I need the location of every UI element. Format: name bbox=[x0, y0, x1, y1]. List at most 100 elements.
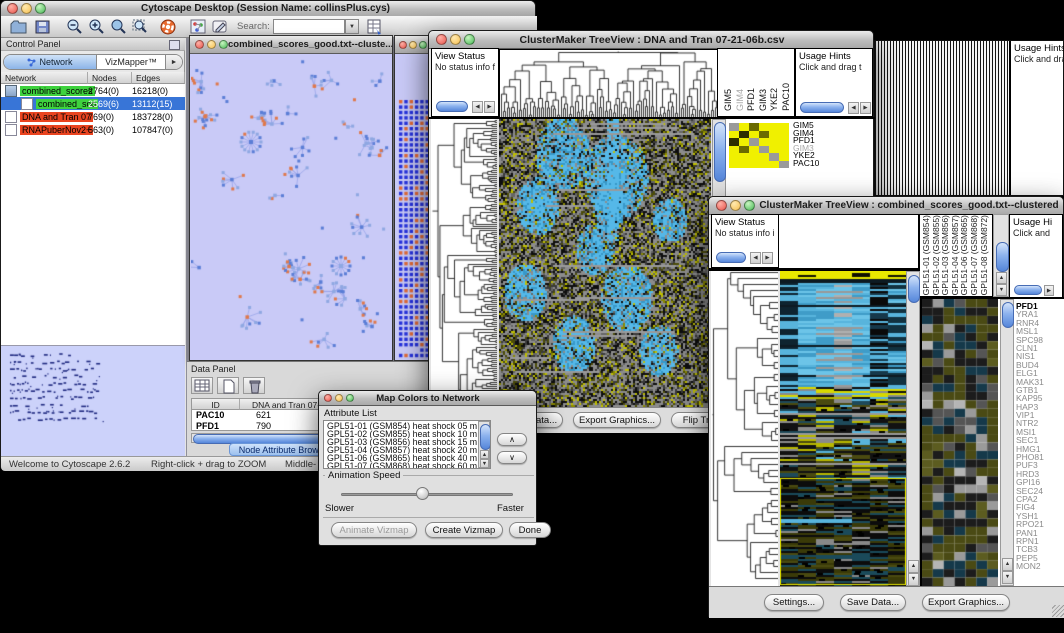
cytoscape-titlebar[interactable]: Cytoscape Desktop (Session Name: collins… bbox=[1, 1, 535, 17]
close-button[interactable] bbox=[716, 200, 727, 211]
attribute-list-item[interactable]: GPL51-06 (GSM865) heat shock 40 min bbox=[327, 454, 477, 462]
scrollbar-thumb[interactable] bbox=[480, 424, 491, 450]
tv2-labels-vscrollbar[interactable]: ▲ ▼ bbox=[993, 214, 1009, 297]
network-canvas-2[interactable] bbox=[398, 98, 430, 360]
tv1-heatmap[interactable] bbox=[499, 119, 711, 407]
scroll-down-arrow[interactable]: ▼ bbox=[480, 459, 489, 468]
tv2-column-dendrogram-area[interactable] bbox=[779, 214, 919, 271]
open-file-icon[interactable] bbox=[9, 18, 28, 36]
treeview1-titlebar[interactable]: ClusterMaker TreeView : DNA and Tran 07-… bbox=[429, 31, 873, 49]
search-input[interactable] bbox=[273, 19, 345, 34]
minimize-button[interactable] bbox=[730, 200, 741, 211]
scroll-up-arrow[interactable]: ▲ bbox=[996, 272, 1007, 284]
zoom-out-icon[interactable] bbox=[65, 18, 84, 36]
close-button[interactable] bbox=[436, 34, 447, 45]
tv2-button[interactable]: Save Data... bbox=[840, 594, 906, 611]
search-dropdown-arrow[interactable]: ▼ bbox=[345, 19, 359, 34]
minimize-button[interactable] bbox=[21, 3, 32, 14]
scrollbar-thumb[interactable] bbox=[716, 252, 746, 263]
id-column-header[interactable]: ID bbox=[192, 399, 240, 410]
attribute-list-item[interactable]: GPL51-03 (GSM856) heat shock 15 min bbox=[327, 438, 477, 446]
scrollbar-thumb[interactable] bbox=[908, 275, 920, 303]
help-ring-icon[interactable] bbox=[159, 18, 178, 36]
tv2-row-dendrogram[interactable] bbox=[711, 271, 778, 586]
move-up-button[interactable]: ∧ bbox=[497, 433, 527, 446]
create-vizmap-button[interactable]: Create Vizmap bbox=[425, 522, 503, 538]
scroll-right-arrow[interactable]: ▶ bbox=[762, 252, 773, 264]
close-button[interactable] bbox=[195, 40, 204, 49]
zoom-fit-icon[interactable] bbox=[109, 18, 128, 36]
annotation-icon[interactable] bbox=[211, 18, 230, 36]
attribute-list-item[interactable]: GPL51-07 (GSM868) heat shock 60 min bbox=[327, 462, 477, 469]
tabs-overflow-button[interactable]: ► bbox=[165, 55, 182, 69]
network-view-titlebar[interactable]: combined_scores_good.txt--cluste... bbox=[190, 36, 392, 54]
tab-network[interactable]: Network bbox=[4, 55, 97, 69]
done-button[interactable]: Done bbox=[509, 522, 551, 538]
create-network-view-icon[interactable] bbox=[189, 18, 208, 36]
move-down-button[interactable]: ∨ bbox=[497, 451, 527, 464]
tv1-row-dendrogram[interactable] bbox=[431, 119, 497, 407]
scroll-right-arrow[interactable]: ▶ bbox=[860, 102, 871, 114]
scroll-up-arrow[interactable]: ▲ bbox=[480, 450, 489, 459]
minimize-button[interactable] bbox=[450, 34, 461, 45]
scroll-up-arrow[interactable]: ▲ bbox=[908, 560, 919, 573]
scroll-left-arrow[interactable]: ◀ bbox=[472, 101, 483, 113]
attribute-table-icon[interactable] bbox=[191, 377, 213, 394]
network-list-row[interactable]: combined_scores2764(0)16218(0) bbox=[1, 84, 185, 97]
maximize-button[interactable] bbox=[346, 394, 354, 402]
save-icon[interactable] bbox=[33, 18, 52, 36]
tv2-genes-vscrollbar[interactable]: ▲ ▼ bbox=[1000, 299, 1014, 586]
column-dendrogram-fragment[interactable] bbox=[875, 41, 1009, 195]
tv2-zoom-heatmap[interactable] bbox=[922, 299, 998, 586]
scroll-left-arrow[interactable]: ◀ bbox=[750, 252, 761, 264]
import-table-icon[interactable] bbox=[365, 18, 384, 36]
scroll-down-arrow[interactable]: ▼ bbox=[1002, 571, 1013, 584]
scrollbar-thumb[interactable] bbox=[800, 102, 844, 113]
attribute-list-item[interactable]: GPL51-01 (GSM854) heat shock 05 min bbox=[327, 422, 477, 430]
listbox-scrollbar[interactable]: ▲ ▼ bbox=[478, 421, 490, 468]
scroll-right-arrow[interactable]: ▶ bbox=[1044, 285, 1054, 296]
tv2-heatmap[interactable] bbox=[780, 271, 906, 586]
maximize-button[interactable] bbox=[35, 3, 46, 14]
col-network[interactable]: Network bbox=[1, 72, 88, 84]
resize-grip[interactable] bbox=[1052, 605, 1064, 617]
tab-vizmapper[interactable]: VizMapper™ bbox=[97, 55, 165, 69]
network-list-row[interactable]: DNA and Tran 07769(0)183728(0) bbox=[1, 110, 185, 123]
zoom-selected-icon[interactable] bbox=[131, 18, 150, 36]
tv1-mini-heatmap[interactable] bbox=[729, 123, 789, 168]
scroll-up-arrow[interactable]: ▲ bbox=[1002, 558, 1013, 571]
maximize-button[interactable] bbox=[744, 200, 755, 211]
tv1-button[interactable]: Export Graphics... bbox=[573, 412, 661, 428]
network-list-row[interactable]: RNAPuberNov2+563(0)107847(0) bbox=[1, 123, 185, 136]
close-button[interactable] bbox=[324, 394, 332, 402]
float-panel-icon[interactable] bbox=[169, 40, 180, 50]
treeview2-titlebar[interactable]: ClusterMaker TreeView : combined_scores_… bbox=[709, 197, 1063, 215]
tv2-button[interactable]: Settings... bbox=[764, 594, 824, 611]
scroll-right-arrow[interactable]: ▶ bbox=[484, 101, 495, 113]
scroll-down-arrow[interactable]: ▼ bbox=[996, 284, 1007, 296]
close-button[interactable] bbox=[399, 41, 407, 49]
network-list-row[interactable]: combined_sco2569(6)13112(15) bbox=[1, 97, 185, 110]
scrollbar-thumb[interactable] bbox=[1002, 302, 1014, 328]
speed-slider-thumb[interactable] bbox=[416, 487, 429, 500]
scroll-left-arrow[interactable]: ◀ bbox=[848, 102, 859, 114]
dialog-titlebar[interactable]: Map Colors to Network bbox=[319, 391, 536, 406]
tv2-vscrollbar[interactable]: ▲ ▼ bbox=[906, 271, 920, 586]
tv2-button[interactable]: Export Graphics... bbox=[922, 594, 1010, 611]
scrollbar-thumb[interactable] bbox=[1014, 285, 1042, 295]
tv1-column-dendrogram[interactable] bbox=[499, 49, 719, 118]
scrollbar-thumb[interactable] bbox=[996, 242, 1009, 272]
scroll-down-arrow[interactable]: ▼ bbox=[908, 573, 919, 586]
new-attribute-icon[interactable] bbox=[217, 377, 239, 394]
scrollbar-thumb[interactable] bbox=[714, 122, 726, 182]
maximize-button[interactable] bbox=[419, 41, 427, 49]
attribute-list-item[interactable]: GPL51-02 (GSM855) heat shock 10 min bbox=[327, 430, 477, 438]
minimize-button[interactable] bbox=[409, 41, 417, 49]
zoom-in-icon[interactable] bbox=[87, 18, 106, 36]
animate-vizmap-button[interactable]: Animate Vizmap bbox=[331, 522, 417, 538]
attribute-list-item[interactable]: GPL51-04 (GSM857) heat shock 20 min bbox=[327, 446, 477, 454]
network-canvas[interactable] bbox=[191, 54, 391, 359]
minimize-button[interactable] bbox=[207, 40, 216, 49]
delete-attribute-icon[interactable] bbox=[243, 377, 265, 394]
network-overview-panel[interactable] bbox=[1, 345, 185, 456]
